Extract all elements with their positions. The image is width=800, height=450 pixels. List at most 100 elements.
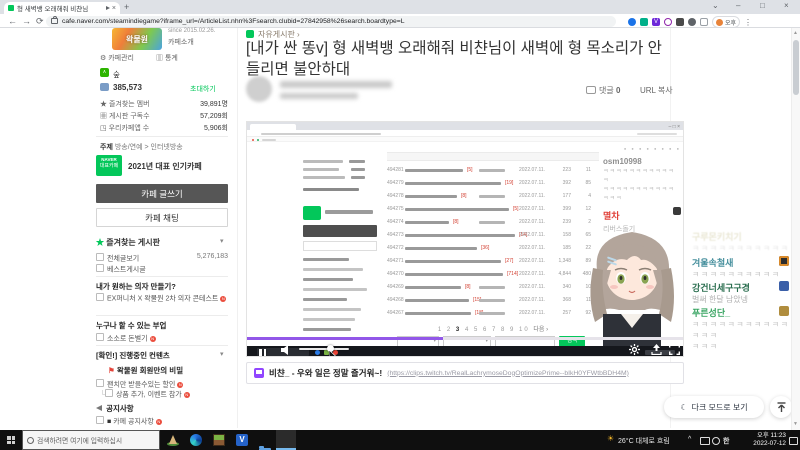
taskbar-weather[interactable]: 26°C 대체로 흐림 [618,436,670,446]
taskbar-edge-icon[interactable] [190,434,202,446]
badge-text: 2021년 대표 인기카페 [128,162,202,171]
taskbar-minecraft-icon[interactable] [213,434,225,446]
clip-video-player[interactable]: – □ × 494281 [5] 2022.07.11. 223 11 494279 [19… [246,121,684,357]
post-title: [내가 싼 똥v] 형 새벽뱅 오래해줘 비챤님이 새벽에 형 목소리가 안 들… [246,40,662,78]
window-menu-caret[interactable]: ⌄ [712,1,719,10]
extension-icon-teal[interactable] [640,18,648,26]
browser-tab[interactable]: 형 새벽뱅 오래해줘 비챤님 × [4,2,120,14]
scrollbar-down-arrow[interactable]: ▼ [793,421,798,427]
clip-url-link[interactable]: (https://clips.twitch.tv/RealLachrymoseD… [387,370,629,377]
pause-button[interactable] [259,345,268,356]
chat-message: 강건너세구구경 벌써 한달 남았넹 [692,281,792,305]
clock-date: 2022-07-12 [753,440,786,447]
chrome-menu-icon[interactable]: ⋮ [744,18,752,27]
video-inner-post-row: 494271 [27] 2022.07.11. 1,348 89 [387,258,591,264]
video-inner-write-button [303,225,377,237]
scrollbar-thumb[interactable] [792,40,799,95]
tab-close-icon[interactable]: × [112,5,116,12]
url-copy-button[interactable]: URL 복사 [640,85,673,96]
ongoing-content-collapse-icon[interactable]: ▾ [220,350,224,358]
video-inner-chat-button [303,241,377,251]
cafe-intro-link[interactable]: 카페소개 [168,37,194,47]
cafe-write-button[interactable]: 카페 글쓰기 [96,184,228,203]
forest-label[interactable]: 숲 [113,69,120,80]
volume-icon[interactable] [281,345,293,355]
tray-expand-icon[interactable]: ^ [688,436,691,443]
start-button[interactable] [7,436,15,444]
sidebar-divider [96,136,228,137]
sidebar-item-side-job[interactable]: 소소로 돈벌기 N [96,333,156,344]
split-view-icon[interactable] [700,18,708,26]
tray-onedrive-icon[interactable] [712,437,720,445]
sidebar-section-ongoing-content: [확인!] 진행중인 컨텐츠 [96,351,170,360]
cafe-stats-link[interactable]: ▥ 통계 [156,53,178,63]
chat-message: 겨울속철새 ㅋㅋㅋㅋㅋㅋㅋㅋㅋㅋ [692,256,792,280]
extensions-puzzle-icon[interactable] [688,18,696,26]
extension-icon-blue[interactable] [628,18,636,26]
refresh-icon[interactable]: ⟳ [36,16,44,26]
browser-profile-chip[interactable]: 오후 [712,16,741,28]
back-icon[interactable]: ← [8,16,17,26]
taskbar-game-icon[interactable] [167,434,179,446]
desktop-screen: 형 새벽뱅 오래해줘 비챤님 × + ⌄ – □ × ← → ⟳ cafe.na… [0,0,800,450]
cafe-manage-link[interactable]: ⚙ 카페관리 [100,53,134,63]
video-inner-browser-tabbar: – □ × [247,122,683,130]
forward-icon[interactable]: → [22,16,31,26]
comments-link[interactable]: 댓글 0 [586,85,620,96]
extension-icon-o[interactable] [664,18,672,26]
extension-icon-v[interactable]: V [652,18,660,26]
sidebar-divider [96,276,228,277]
action-center-icon[interactable] [789,437,798,445]
video-progress-bar[interactable] [247,337,683,340]
dark-mode-button[interactable]: ☾ 다크 모드로 보기 [664,396,764,418]
taskbar-v-app-icon[interactable]: V [236,434,248,446]
share-icon[interactable] [651,344,662,355]
volume-slider[interactable] [299,348,349,350]
tab-audio-icon[interactable] [105,6,110,10]
window-maximize-button[interactable]: □ [760,1,765,10]
stat-label-board-subs: ▦ 게시판 구독수 [100,113,150,120]
cafe-logo[interactable]: 왁물원 [112,28,162,50]
chat-text: ㅋㅋㅋㅋㅋㅋㅋㅋㅋㅋㅋㅋㅋㅋ [692,320,790,340]
lock-icon [51,16,58,24]
moon-icon: ☾ [680,402,688,412]
sidebar-item-chair-contest[interactable]: EX퍼니처 X 왁물원 2차 의자 콘테스트 N [96,293,228,305]
video-inner-green-badge [303,206,321,220]
window-close-button[interactable]: × [784,1,789,10]
sidebar-item-event-join[interactable]: └ 상품 추가, 이벤트 참가 N [100,389,190,400]
weather-icon[interactable]: ☀ [607,434,614,443]
taskbar-search-box[interactable]: 검색하려면 여기에 입력하십시 [22,430,160,450]
sidebar-item-best-posts[interactable]: 베스트게시글 [96,264,146,275]
extension-icon-dark[interactable] [676,18,684,26]
sidebar-item-fan-discount[interactable]: 팬치만 받을수있는 할인 N [96,379,184,390]
settings-gear-icon[interactable] [629,344,640,355]
profile-name: 오후 [725,20,737,27]
sidebar-item-all-posts[interactable]: 전체글보기 [96,253,139,264]
author-avatar-blurred[interactable] [246,76,272,102]
chat-user-badge [779,281,789,291]
taskbar-clock[interactable]: 오후 11:23 2022-07-12 [746,432,786,448]
chat-username: 구루몬키치기 [692,232,742,242]
favorite-boards-collapse-icon[interactable]: ▾ [220,237,224,245]
cafe-chat-button[interactable]: 카페 채팅 [96,208,228,227]
sidebar-section-member-secret: ⚑ 왁물원 회원만의 비밀 [108,366,184,375]
invite-link[interactable]: 초대하기 [190,84,216,94]
stat-label-favorite-members: ★ 즐겨찾는 멤버 [100,101,150,108]
fullscreen-icon[interactable] [669,344,680,355]
arrow-to-top-icon [777,402,785,412]
stat-value-cafe-app: 5,906회 [204,125,228,132]
sidebar-item-cafe-notice[interactable]: ■ 카페 공지사항 N [96,416,162,427]
tray-touchpad-icon[interactable] [700,437,710,445]
new-tab-button[interactable]: + [124,3,129,12]
ime-indicator[interactable]: 한 [723,436,729,446]
scroll-to-top-button[interactable] [770,396,792,418]
scrollbar-up-arrow[interactable]: ▲ [793,30,798,36]
window-minimize-button[interactable]: – [736,1,740,10]
content-left-divider [237,28,238,428]
address-input[interactable]: cafe.naver.com/steamindiegame?iframe_url… [46,15,616,27]
video-inner-post-row: 494275 [5] 2022.07.11. 399 12 [387,206,591,212]
forest-icon: ∧ [100,68,109,77]
chat-user-badge [779,256,789,266]
profile-avatar [716,18,723,26]
favorite-boards-header[interactable]: ★ 즐겨찾는 게시판 [96,237,160,248]
